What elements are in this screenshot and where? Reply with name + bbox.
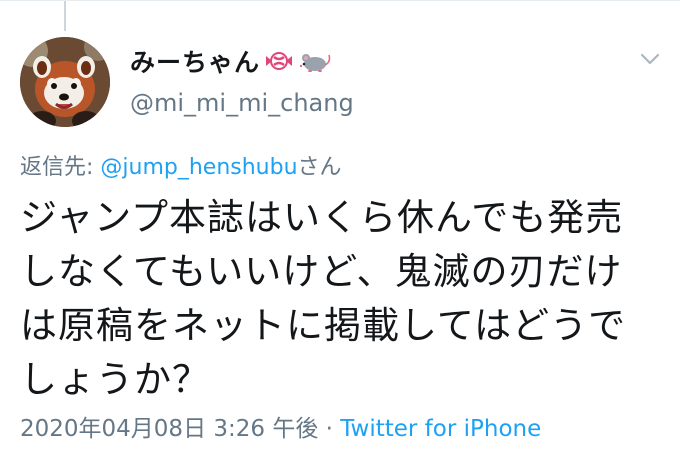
reply-mention-link[interactable]: @jump_henshubu	[100, 155, 297, 180]
reply-prefix: 返信先:	[20, 155, 101, 180]
avatar[interactable]	[20, 37, 110, 127]
tweet-text-line: しょうか？	[20, 358, 210, 401]
mouse-icon	[298, 48, 332, 74]
tweet-source-link[interactable]: Twitter for iPhone	[340, 416, 541, 442]
red-panda-avatar-image	[20, 37, 110, 127]
username[interactable]: @mi_mi_mi_chang	[130, 89, 354, 117]
meta-separator: ·	[318, 416, 341, 442]
candy-icon	[264, 48, 294, 74]
display-name-text: みーちゃん	[130, 48, 261, 77]
reply-suffix: さん	[297, 155, 342, 180]
tweet-metadata: 2020年04月08日 3:26 午後 · Twitter for iPhone	[20, 409, 541, 443]
reply-context: 返信先: @jump_henshubuさん	[20, 149, 342, 181]
tweet-text-line: は原稿をネットに掲載してはどうで	[20, 304, 627, 347]
chevron-down-icon[interactable]	[637, 49, 663, 69]
tweet-card: みーちゃん @mi_mi_mi_chang 返信先: @jump_henshub…	[0, 0, 680, 463]
thread-connector-line	[64, 1, 66, 31]
tweet-timestamp[interactable]: 2020年04月08日 3:26 午後	[20, 416, 318, 442]
tweet-text: ジャンプ本誌はいくら休んでも発売 しなくてもいいけど、鬼滅の刃だけ は原稿をネッ…	[20, 191, 670, 407]
tweet-text-line: しなくてもいいけど、鬼滅の刃だけ	[20, 250, 623, 293]
display-name[interactable]: みーちゃん	[130, 43, 332, 79]
tweet-text-line: ジャンプ本誌はいくら休んでも発売	[20, 196, 624, 239]
